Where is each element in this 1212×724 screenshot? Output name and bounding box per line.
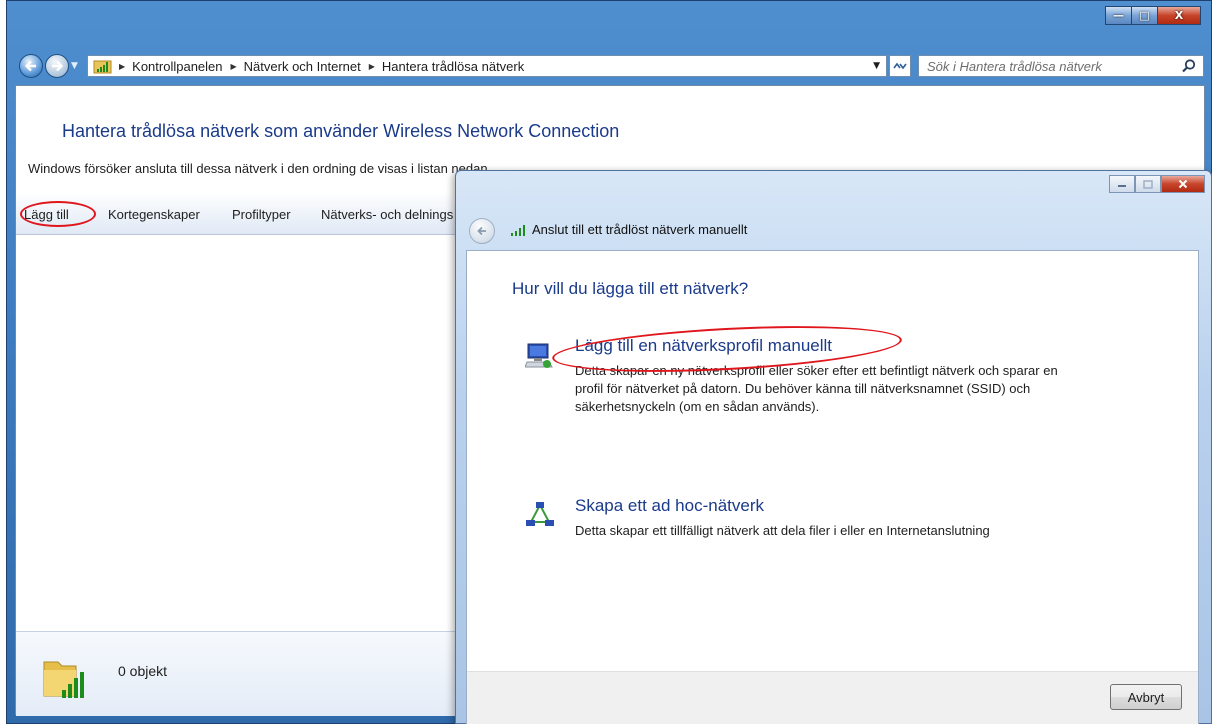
adapter-properties-button[interactable]: Kortegenskaper [108, 207, 200, 222]
dialog-minimize-button[interactable] [1109, 175, 1135, 193]
arrow-left-icon [477, 226, 486, 236]
dialog-heading: Hur vill du lägga till ett nätverk? [512, 279, 749, 298]
cancel-button[interactable]: Avbryt [1110, 684, 1182, 710]
maximize-icon [1143, 179, 1153, 189]
caption-buttons: — □ X [1105, 6, 1201, 25]
dialog-footer: Avbryt [467, 671, 1198, 724]
breadcrumb-separator-icon: ▶ [230, 61, 237, 71]
annotation-circle [20, 201, 96, 227]
back-button[interactable] [19, 54, 43, 78]
navigation-bar: ▼ ▶ Kontrollpanelen ▶ Nätverk och Intern… [11, 53, 1207, 79]
arrow-right-icon [52, 60, 64, 72]
wireless-signal-icon [511, 225, 525, 236]
close-button[interactable]: X [1157, 6, 1201, 25]
close-icon [1178, 179, 1188, 189]
network-sharing-center-button[interactable]: Nätverks- och delnings [321, 207, 453, 222]
network-folder-icon [93, 60, 112, 74]
search-box[interactable] [918, 55, 1204, 77]
minimize-button[interactable]: — [1105, 6, 1131, 25]
profile-types-button[interactable]: Profiltyper [232, 207, 291, 222]
option-title[interactable]: Skapa ett ad hoc-nätverk [575, 496, 764, 516]
breadcrumb-hantera-tradlosa-natverk[interactable]: Hantera trådlösa nätverk [382, 59, 524, 74]
page-description: Windows försöker ansluta till dessa nätv… [28, 161, 492, 176]
dialog-body: Hur vill du lägga till ett nätverk? Lägg… [466, 250, 1199, 724]
dialog-caption-buttons [1109, 175, 1205, 193]
dialog-title: Anslut till ett trådlöst nätverk manuell… [532, 222, 748, 237]
dialog-close-button[interactable] [1161, 175, 1205, 193]
wireless-networks-folder-icon [43, 661, 84, 698]
recent-pages-dropdown[interactable]: ▼ [71, 61, 78, 71]
dialog-maximize-button[interactable] [1135, 175, 1161, 193]
search-input[interactable] [925, 58, 1169, 75]
arrow-left-icon [24, 60, 36, 72]
breadcrumb-separator-icon: ▶ [119, 61, 126, 71]
refresh-button[interactable] [889, 55, 911, 77]
forward-button[interactable] [45, 54, 69, 78]
minimize-icon [1118, 185, 1126, 187]
maximize-button[interactable]: □ [1131, 6, 1157, 25]
option-description: Detta skapar ett tillfälligt nätverk att… [575, 523, 990, 538]
page-title: Hantera trådlösa nätverk som använder Wi… [62, 121, 620, 141]
address-dropdown-icon[interactable]: ▼ [873, 61, 880, 71]
search-icon[interactable] [1181, 58, 1197, 74]
address-bar[interactable]: ▶ Kontrollpanelen ▶ Nätverk och Internet… [87, 55, 887, 77]
breadcrumb-kontrollpanelen[interactable]: Kontrollpanelen [132, 59, 222, 74]
connect-manually-dialog: Anslut till ett trådlöst nätverk manuell… [455, 170, 1212, 724]
item-count: 0 objekt [118, 663, 168, 679]
network-profile-icon [525, 343, 553, 368]
breadcrumb-natverk-och-internet[interactable]: Nätverk och Internet [244, 59, 361, 74]
breadcrumb-separator-icon: ▶ [368, 61, 375, 71]
ad-hoc-network-icon [526, 502, 554, 526]
refresh-icon [893, 62, 907, 70]
dialog-back-button[interactable] [469, 218, 495, 244]
